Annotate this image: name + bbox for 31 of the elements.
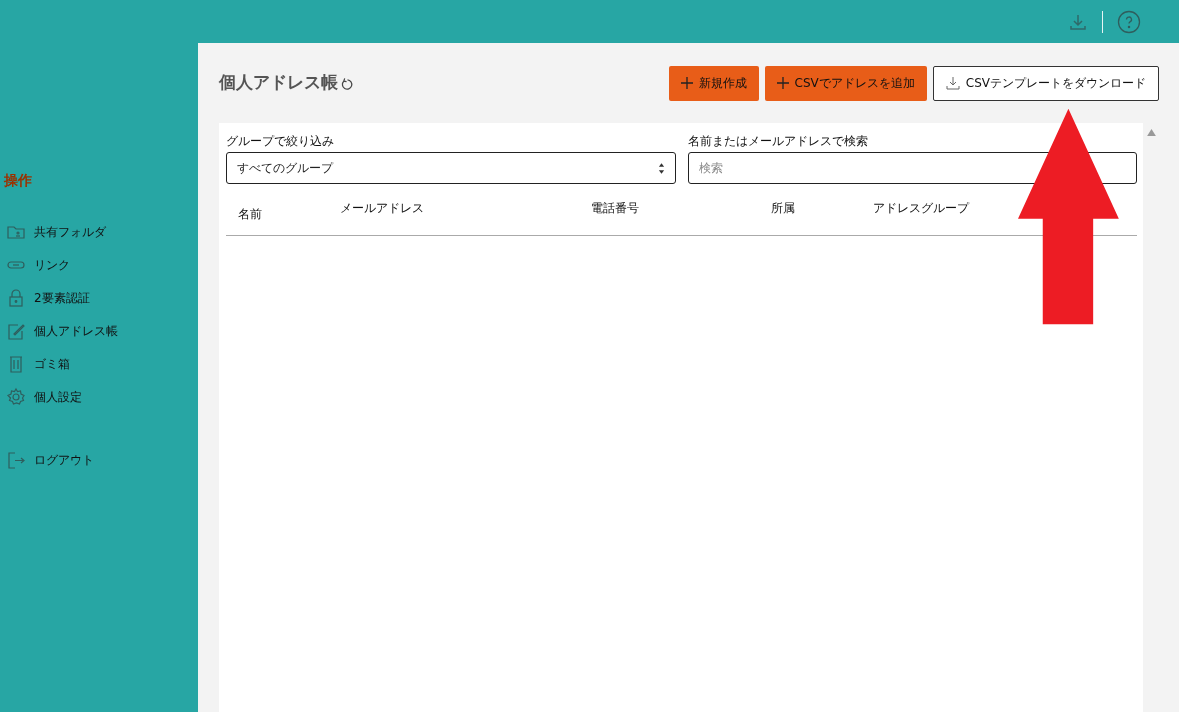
sidebar-item[interactable]: ゴミ箱 (0, 347, 198, 380)
gear-icon (6, 386, 26, 407)
add-button[interactable]: 新規作成 (668, 65, 759, 101)
search-label: 名前またはメールアドレスで検索 (687, 133, 869, 150)
sidebar-item[interactable]: 2要素認証 (0, 281, 198, 314)
logout-icon (6, 449, 26, 470)
page-title: 個人アドレス帳 (219, 71, 338, 95)
sidebar-item[interactable]: ログアウト (0, 443, 198, 476)
plus-icon (680, 77, 693, 89)
sidebar-item[interactable]: 共有フォルダ (0, 215, 198, 248)
scroll-up-icon[interactable] (1146, 129, 1156, 136)
group-select[interactable]: すべてのグループ (226, 152, 676, 184)
column-header: アドレスグループ (873, 199, 969, 217)
sidebar-title: 操作 (3, 171, 33, 190)
add-button[interactable]: CSVでアドレスを追加 (764, 65, 927, 101)
column-header: メールアドレス (340, 199, 425, 217)
sidebar-item[interactable]: 個人アドレス帳 (0, 314, 198, 347)
refresh-icon[interactable] (340, 77, 355, 92)
sidebar-item[interactable]: リンク (0, 248, 198, 281)
column-header: 所属 (771, 199, 796, 217)
help-icon[interactable] (1117, 9, 1141, 34)
lock-icon (6, 287, 26, 308)
plus-icon (776, 77, 789, 89)
column-header: 電話番号 (591, 199, 640, 217)
sidebar-item[interactable]: 個人設定 (0, 380, 198, 413)
download-button[interactable]: CSVテンプレートをダウンロード (932, 65, 1159, 101)
search-field[interactable]: 検索 (687, 152, 1137, 184)
column-header: 名前 (237, 205, 263, 223)
sort-icon (657, 162, 665, 174)
filter-label: グループで絞り込み (226, 133, 335, 150)
download-icon (945, 76, 960, 90)
